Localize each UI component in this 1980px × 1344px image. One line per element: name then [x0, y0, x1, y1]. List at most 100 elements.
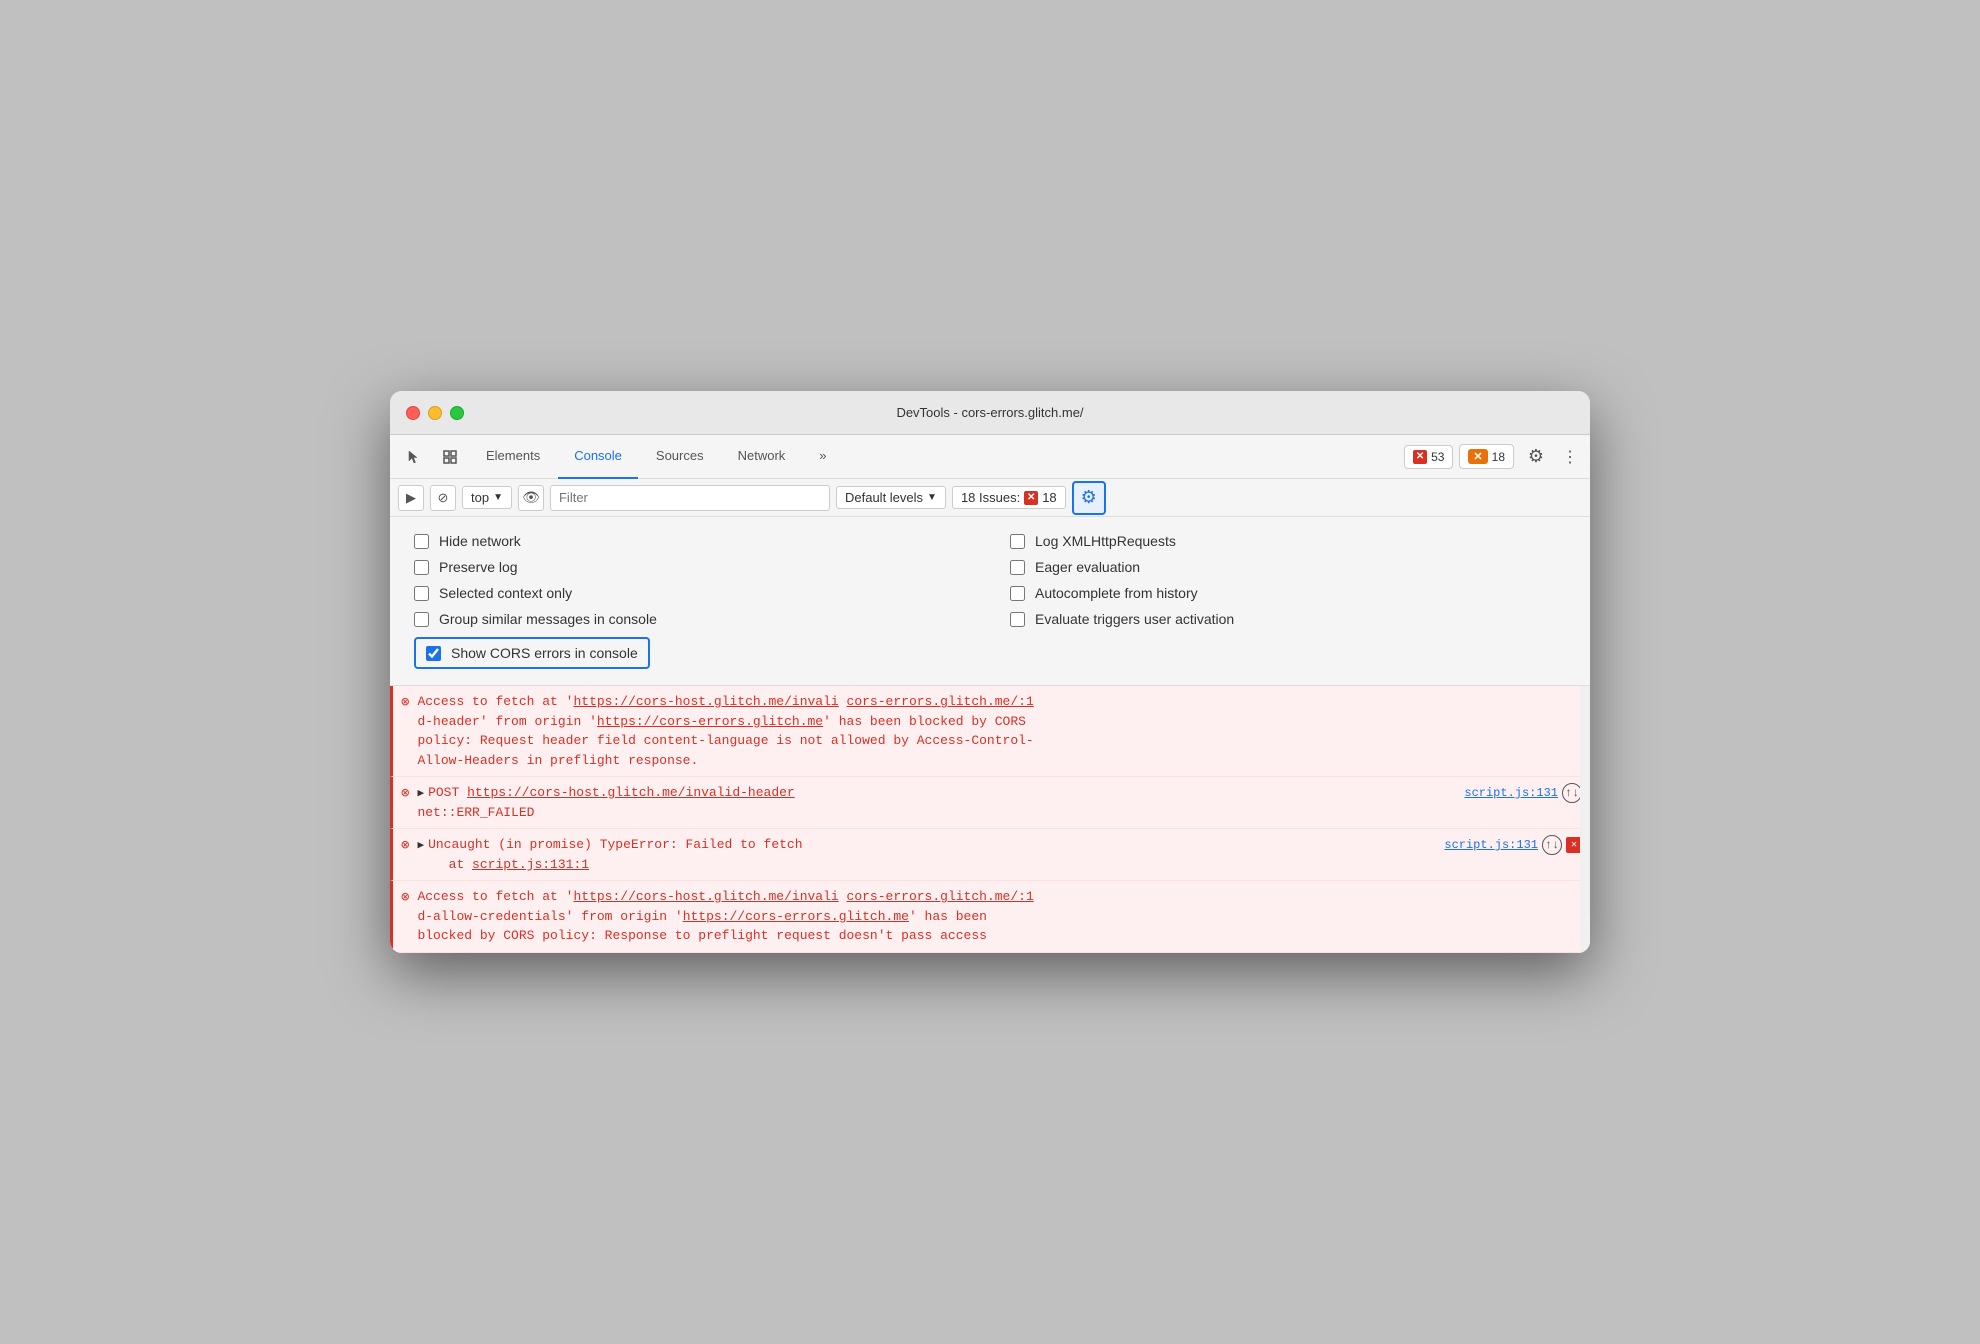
console-text-3: ▶Uncaught (in promise) TypeError: Failed…: [417, 835, 1428, 874]
error-icon-1: ⊗: [401, 694, 409, 711]
filter-input[interactable]: [550, 485, 830, 511]
show-cors-checkbox[interactable]: [426, 646, 441, 661]
console-settings-button[interactable]: ⚙: [1072, 481, 1106, 515]
evaluate-triggers-label: Evaluate triggers user activation: [1035, 611, 1234, 627]
error-count-button[interactable]: ✕ 53: [1404, 445, 1453, 469]
source-link-3[interactable]: script.js:131: [1444, 838, 1538, 852]
tab-elements[interactable]: Elements: [470, 435, 556, 479]
tab-network[interactable]: Network: [722, 435, 802, 479]
upload-icon-3[interactable]: ↑↓: [1542, 835, 1562, 855]
selected-context-checkbox[interactable]: [414, 586, 429, 601]
settings-left: Hide network Preserve log Selected conte…: [414, 533, 970, 627]
tab-console[interactable]: Console: [558, 435, 638, 479]
tab-more[interactable]: »: [803, 435, 842, 479]
log-levels-dropdown[interactable]: Default levels ▼: [836, 486, 946, 509]
source-link-2[interactable]: script.js:131: [1464, 786, 1558, 800]
block-button[interactable]: ⊘: [430, 485, 456, 511]
group-similar-option[interactable]: Group similar messages in console: [414, 611, 970, 627]
more-button[interactable]: ⋮: [1558, 441, 1582, 473]
log-xmlhttp-label: Log XMLHttpRequests: [1035, 533, 1176, 549]
error-icon-3: ⊗: [401, 837, 409, 854]
expand-icon-3[interactable]: ▶: [417, 840, 424, 852]
levels-arrow-icon: ▼: [927, 492, 937, 503]
live-expressions-button[interactable]: 👁: [518, 485, 544, 511]
row-right-2: script.js:131 ↑↓: [1456, 783, 1582, 803]
block-icon: ⊘: [438, 490, 449, 506]
title-bar: DevTools - cors-errors.glitch.me/: [390, 391, 1590, 435]
evaluate-triggers-checkbox[interactable]: [1010, 612, 1025, 627]
eye-icon: 👁: [522, 489, 540, 506]
log-xmlhttp-checkbox[interactable]: [1010, 534, 1025, 549]
hide-network-option[interactable]: Hide network: [414, 533, 970, 549]
close-button[interactable]: [406, 406, 420, 420]
console-settings-icon: ⚙: [1081, 487, 1097, 508]
preserve-log-label: Preserve log: [439, 559, 518, 575]
console-row-1: ⊗ Access to fetch at 'https://cors-host.…: [390, 686, 1590, 777]
more-chevron-icon: »: [819, 448, 826, 463]
error-link-3a[interactable]: script.js:131:1: [472, 857, 589, 872]
log-xmlhttp-option[interactable]: Log XMLHttpRequests: [1010, 533, 1566, 549]
console-toolbar: ▶ ⊘ top ▼ 👁 Default levels ▼ 18 Issues: …: [390, 479, 1590, 517]
preserve-log-checkbox[interactable]: [414, 560, 429, 575]
eager-eval-label: Eager evaluation: [1035, 559, 1140, 575]
minimize-button[interactable]: [428, 406, 442, 420]
error-link-1c[interactable]: https://cors-errors.glitch.me: [597, 714, 823, 729]
eager-eval-option[interactable]: Eager evaluation: [1010, 559, 1566, 575]
play-button[interactable]: ▶: [398, 485, 424, 511]
autocomplete-label: Autocomplete from history: [1035, 585, 1198, 601]
group-similar-label: Group similar messages in console: [439, 611, 657, 627]
context-dropdown[interactable]: top ▼: [462, 486, 512, 509]
show-cors-label: Show CORS errors in console: [451, 645, 638, 661]
main-toolbar: Elements Console Sources Network » ✕ 53 …: [390, 435, 1590, 479]
tab-list: Elements Console Sources Network »: [470, 435, 1400, 479]
window-title: DevTools - cors-errors.glitch.me/: [896, 405, 1083, 420]
gear-icon: ⚙: [1528, 446, 1544, 467]
error-icon-4: ⊗: [401, 889, 409, 906]
error-badge-icon: ✕: [1413, 450, 1427, 464]
selected-context-label: Selected context only: [439, 585, 572, 601]
error-link-1b[interactable]: cors-errors.glitch.me/:1: [847, 694, 1034, 709]
error-link-4c[interactable]: https://cors-errors.glitch.me: [683, 909, 909, 924]
error-icon-2: ⊗: [401, 785, 409, 802]
console-row-4: ⊗ Access to fetch at 'https://cors-host.…: [390, 881, 1590, 953]
more-icon: ⋮: [1562, 447, 1578, 467]
warning-badge-icon: ✕: [1468, 449, 1487, 464]
evaluate-triggers-option[interactable]: Evaluate triggers user activation: [1010, 611, 1566, 627]
tab-sources[interactable]: Sources: [640, 435, 720, 479]
warning-count-button[interactable]: ✕ 18: [1459, 444, 1514, 469]
console-text-4: Access to fetch at 'https://cors-host.gl…: [417, 887, 1582, 946]
hide-network-checkbox[interactable]: [414, 534, 429, 549]
error-count: 53: [1431, 450, 1444, 464]
issues-count: 18: [1042, 490, 1056, 505]
settings-right: Log XMLHttpRequests Eager evaluation Aut…: [1010, 533, 1566, 627]
issues-label: 18 Issues:: [961, 490, 1020, 505]
settings-button[interactable]: ⚙: [1520, 441, 1552, 473]
group-similar-checkbox[interactable]: [414, 612, 429, 627]
error-link-4b[interactable]: cors-errors.glitch.me/:1: [847, 889, 1034, 904]
settings-panel: Hide network Preserve log Selected conte…: [390, 517, 1590, 686]
inspect-button[interactable]: [434, 441, 466, 473]
upload-icon-2[interactable]: ↑↓: [1562, 783, 1582, 803]
autocomplete-option[interactable]: Autocomplete from history: [1010, 585, 1566, 601]
expand-icon-2[interactable]: ▶: [417, 788, 424, 800]
toolbar-right: ✕ 53 ✕ 18 ⚙ ⋮: [1404, 441, 1582, 473]
dropdown-arrow-icon: ▼: [493, 492, 503, 503]
error-link-1a[interactable]: https://cors-host.glitch.me/invali: [573, 694, 838, 709]
net-err-2: net::ERR_FAILED: [417, 805, 534, 820]
issues-badge-icon: ✕: [1024, 491, 1038, 505]
maximize-button[interactable]: [450, 406, 464, 420]
eager-eval-checkbox[interactable]: [1010, 560, 1025, 575]
show-cors-option[interactable]: Show CORS errors in console: [414, 637, 650, 669]
pointer-tool-button[interactable]: [398, 441, 430, 473]
error-link-4a[interactable]: https://cors-host.glitch.me/invali: [573, 889, 838, 904]
autocomplete-checkbox[interactable]: [1010, 586, 1025, 601]
scrollbar[interactable]: [1580, 686, 1590, 953]
console-text-2: ▶POST https://cors-host.glitch.me/invali…: [417, 783, 1448, 822]
context-label: top: [471, 490, 489, 505]
selected-context-option[interactable]: Selected context only: [414, 585, 970, 601]
preserve-log-option[interactable]: Preserve log: [414, 559, 970, 575]
issues-button[interactable]: 18 Issues: ✕ 18: [952, 486, 1066, 509]
traffic-lights: [406, 406, 464, 420]
levels-label: Default levels: [845, 490, 923, 505]
error-link-2a[interactable]: https://cors-host.glitch.me/invalid-head…: [467, 785, 795, 800]
